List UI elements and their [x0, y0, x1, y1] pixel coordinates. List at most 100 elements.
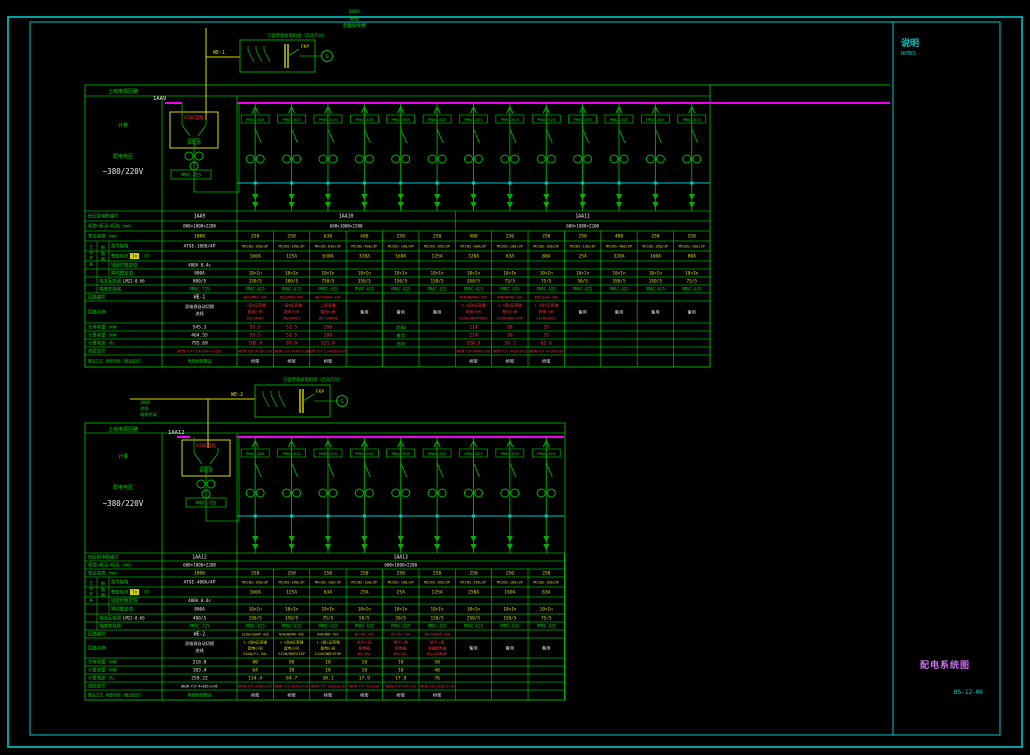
cell: PMAC-625 — [609, 287, 629, 292]
arrow-icon — [288, 194, 295, 200]
incoming-note: 380V — [140, 400, 151, 405]
feeder-circuit: PMAC-625 — [641, 103, 670, 211]
cell: MCCBS-160/3P — [242, 245, 268, 249]
cell: 800A — [194, 607, 205, 613]
system-voltage: ~380/220V — [103, 167, 144, 176]
cell: 400 — [360, 234, 369, 240]
cell: 160A — [395, 254, 406, 260]
cell: 配电小间 — [321, 309, 336, 314]
cell: 84.7 — [286, 676, 297, 682]
unit-border — [84, 422, 566, 701]
feeder-circuit: PMAC-625 — [495, 437, 525, 553]
metering-label: 计量 — [118, 122, 128, 129]
arrow-icon — [252, 194, 259, 200]
cell: 160A — [504, 590, 515, 596]
cell: PMAC-725 — [189, 624, 210, 629]
arrow-icon — [543, 536, 550, 542]
cell: 双电源自动切换 — [185, 303, 215, 310]
row-label: 型号规格 — [111, 243, 129, 250]
cell: 630A — [322, 254, 333, 260]
feeder-meter-label: PMAC-625 — [282, 117, 300, 122]
cell: 250A — [468, 590, 479, 596]
wire — [262, 394, 270, 408]
wire — [473, 462, 480, 478]
cell: WDZN-YJY-4×35+1×16 — [275, 350, 309, 354]
cell: ATSE-1000/4P — [184, 244, 216, 250]
cell: PMAC-725 — [189, 287, 210, 292]
cell: 10×In — [685, 271, 699, 277]
cell: 545.3 — [193, 325, 207, 331]
generator-letter: G — [340, 399, 343, 405]
ct-icon — [510, 154, 520, 164]
cell: 400 — [469, 234, 478, 240]
cell: 150/5 — [430, 279, 444, 285]
cell: MCCBS-160/3P — [424, 581, 450, 585]
cell: N2N/1ALE-4ZE — [535, 296, 558, 300]
cell: 1N/1APE2 — [246, 317, 264, 321]
cell: 10×In — [394, 271, 408, 277]
arrow-icon — [543, 544, 550, 550]
arrow-icon — [252, 202, 259, 208]
cell: MCCBS-100/3P — [570, 245, 596, 249]
feeder-meter-label: PMAC-625 — [428, 117, 446, 122]
cell: MCCBS-100/3P — [315, 581, 341, 585]
outer-border — [7, 16, 1023, 748]
feeder-circuit: PMAC-625 — [568, 103, 597, 211]
ct-icon — [401, 488, 411, 498]
cell: 配电小间 — [284, 309, 299, 314]
ct-icon — [354, 488, 364, 498]
cell: PMAC-625 — [682, 287, 702, 292]
row-label: 回路编号 — [88, 631, 106, 638]
cell: 25A — [397, 590, 406, 596]
cell: BV/1XHAPE-4ZE — [315, 296, 340, 300]
cell: MCCBS-100/3P — [497, 245, 523, 249]
feeder-meter-label: PMAC-625 — [464, 117, 482, 122]
cell: 桥架 — [397, 692, 405, 699]
ct-icon — [328, 488, 338, 498]
ct-icon — [427, 488, 437, 498]
cell: MCCBS-250/3P — [460, 581, 486, 585]
feeder-meter-label: PMAC-625 — [683, 117, 701, 122]
arrow-icon — [470, 194, 477, 200]
row-label: 安装高度（mm） — [88, 570, 120, 577]
arrow-icon — [688, 202, 695, 208]
cell: 39.1 — [322, 676, 333, 682]
cell: 795.69 — [191, 341, 208, 347]
cell: 75/5 — [541, 616, 552, 622]
arrow-icon — [361, 544, 368, 550]
ct-icon — [546, 154, 556, 164]
cell: 50 — [289, 660, 295, 666]
top-incoming-note: 进线 — [350, 15, 359, 22]
cabinet-id: 1AA12 — [192, 555, 207, 561]
row-label: 短延时整定值 — [111, 262, 138, 269]
generator-supply: 引自柴油发电机组（自动启动） FKP G — [239, 32, 333, 73]
ct-icon — [391, 154, 401, 164]
spare-note: 备用 — [397, 332, 405, 339]
cell: 750/5 — [321, 279, 335, 285]
neutral-tap-dot — [471, 181, 475, 185]
ct-icon — [318, 154, 328, 164]
wire — [509, 462, 517, 478]
wire — [509, 128, 517, 144]
cell: WDZN-YJY-4×6+1×6 — [349, 685, 379, 689]
wire — [582, 128, 590, 144]
cell: 10×In — [430, 271, 444, 277]
cell: 10×In — [358, 271, 372, 277]
cell: 配电小间 — [466, 309, 481, 314]
row-label: 瞬时整定值 — [111, 270, 134, 277]
cell: MCCBS-100/3P — [679, 245, 705, 249]
cell: 150/5 — [394, 279, 408, 285]
cad-sheet[interactable]: 380V 进线 密集母线槽 上级电源回路 计量 配电电压 ~380/220V 1AA9 ATSE… — [0, 0, 1030, 755]
feeder-circuit: PMAC-625 — [386, 437, 416, 553]
cabinet-dims: 800×1000×2200 — [183, 224, 216, 229]
arrow-icon — [579, 202, 586, 208]
cell: 400A 0.4s — [188, 598, 211, 603]
wire — [247, 49, 255, 63]
cell: 备用 — [651, 309, 659, 316]
cell: 150/5 — [649, 279, 663, 285]
ct-icon — [401, 154, 411, 164]
cell: 10×In — [249, 607, 263, 613]
cell: 配电小间 — [248, 309, 263, 314]
row-label: 线缆型号 — [88, 683, 106, 690]
cell: WDZN-YJY-4×25+1×16 — [275, 685, 309, 689]
